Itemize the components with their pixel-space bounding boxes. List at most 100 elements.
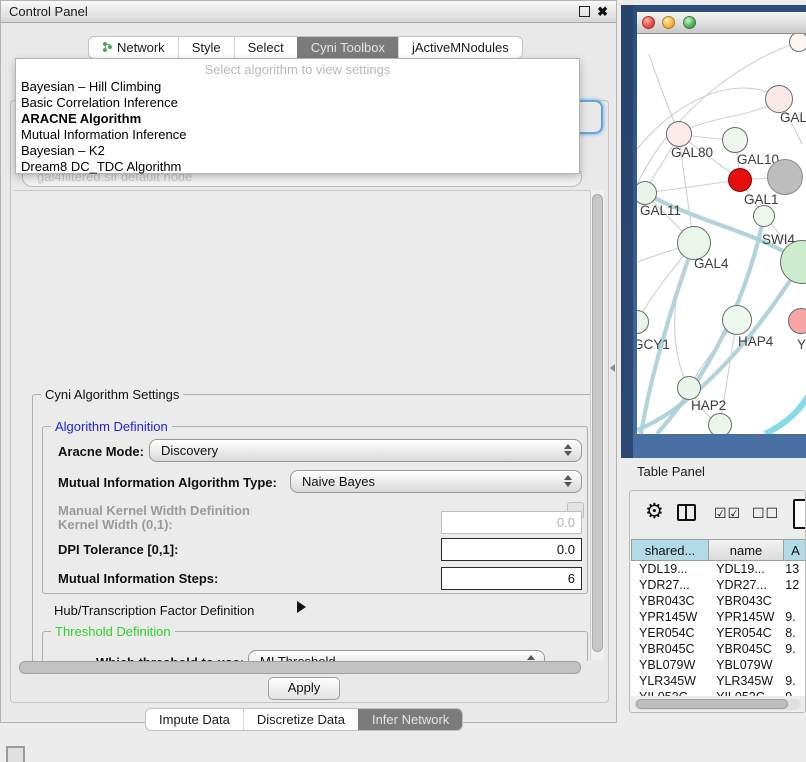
tab-label: Network — [117, 40, 165, 55]
algorithm-option[interactable]: Dream8 DC_TDC Algorithm — [16, 159, 579, 175]
minimize-traffic-light-icon[interactable] — [662, 16, 675, 29]
algorithm-option[interactable]: Basic Correlation Inference — [16, 95, 579, 111]
checked-columns-icon[interactable]: ☑☑ — [714, 505, 741, 522]
node-unlabeled[interactable] — [767, 159, 803, 195]
table-cell: 9. — [782, 609, 806, 625]
column-header[interactable]: shared... — [631, 539, 709, 561]
tab-select[interactable]: Select — [234, 37, 297, 58]
column-header[interactable]: name — [709, 539, 784, 561]
kernel-width-input[interactable]: 0.0 — [441, 511, 582, 534]
algorithm-option[interactable]: Bayesian – K2 — [16, 143, 579, 159]
mi-type-label: Mutual Information Algorithm Type: — [58, 475, 277, 490]
control-panel-titlebar: Control Panel ✖ — [1, 1, 616, 23]
network-window-titlebar[interactable] — [637, 12, 806, 34]
kernel-width-label: Kernel Width (0,1): — [58, 517, 173, 532]
tab-network[interactable]: Network — [89, 37, 178, 58]
tab-label: Cyni Toolbox — [311, 40, 385, 55]
control-panel-title: Control Panel — [9, 4, 88, 19]
aracne-mode-select[interactable]: Discovery — [149, 439, 582, 462]
split-columns-icon[interactable] — [677, 504, 696, 521]
network-canvas[interactable]: GALGAL80GAL10GAL1GAL11SWI4GAL4GCY1HAP4YH… — [637, 34, 806, 434]
algorithm-option[interactable]: ARACNE Algorithm — [16, 111, 579, 127]
node-HAP2[interactable] — [677, 376, 701, 400]
algorithm-option[interactable]: Mutual Information Inference — [16, 127, 579, 143]
node-GAL10[interactable] — [722, 127, 748, 153]
settings-horizontal-scrollbar[interactable] — [16, 661, 586, 673]
node-GAL[interactable] — [765, 85, 793, 113]
node-label: GAL11 — [640, 203, 681, 218]
control-panel-tabstrip: Network Style Select Cyni Toolbox jActiveMNo… — [88, 36, 523, 59]
table-cell: YDR27... — [708, 577, 782, 593]
tab-style[interactable]: Style — [178, 37, 234, 58]
node-label: GAL — [780, 110, 806, 125]
table-row[interactable]: YBL079WYBL079W — [631, 657, 806, 673]
table-row[interactable]: YER054CYER054C8. — [631, 625, 806, 641]
unchecked-columns-icon[interactable]: ☐☐ — [752, 505, 779, 522]
table-panel: ⚙ ☑☑ ☐☐ shared...nameA YDL19...YDL19...1… — [629, 490, 806, 713]
node-HAP4[interactable] — [722, 305, 752, 335]
tab-discretize-data[interactable]: Discretize Data — [243, 709, 358, 730]
tab-infer-network[interactable]: Infer Network — [358, 709, 462, 730]
node-SWI4[interactable] — [753, 205, 775, 227]
which-threshold-select[interactable]: MI Threshold — [248, 650, 545, 661]
node-GAL80[interactable] — [666, 121, 692, 147]
node-label: HAP2 — [691, 398, 726, 413]
mi-steps-input[interactable]: 6 — [441, 567, 582, 590]
table-horizontal-scrollbar[interactable] — [634, 699, 801, 710]
table-row[interactable]: YLR345WYLR345W9. — [631, 673, 806, 689]
mi-steps-label: Mutual Information Steps: — [58, 571, 218, 586]
algorithm-option[interactable]: Bayesian – Hill Climbing — [16, 79, 579, 95]
table-cell: YIL052C — [708, 689, 782, 696]
threshold-definition-title: Threshold Definition — [51, 624, 175, 639]
node-unlabeled[interactable] — [708, 413, 732, 434]
node-unlabeled[interactable] — [789, 34, 806, 52]
hub-definition-label[interactable]: Hub/Transcription Factor Definition — [54, 603, 254, 618]
table-row[interactable]: YIL052CYIL052C9 — [631, 689, 806, 696]
manual-kernel-label: Manual Kernel Width Definition — [58, 503, 250, 518]
node-GAL4[interactable] — [677, 226, 711, 260]
table-cell: YIL052C — [631, 689, 708, 696]
minimized-panel-icon[interactable] — [6, 746, 25, 762]
table-cell: YDR27... — [631, 577, 708, 593]
float-window-icon[interactable] — [579, 6, 590, 17]
document-icon[interactable] — [793, 499, 806, 529]
mi-type-value: Naive Bayes — [302, 474, 375, 489]
cyni-algorithm-settings-title: Cyni Algorithm Settings — [41, 387, 183, 402]
settings-vertical-scrollbar[interactable] — [590, 190, 604, 660]
gear-icon[interactable]: ⚙ — [645, 499, 664, 524]
table-cell: YBR043C — [708, 593, 782, 609]
close-icon[interactable]: ✖ — [597, 7, 608, 17]
dpi-tolerance-input[interactable]: 0.0 — [441, 538, 582, 561]
mi-algorithm-type-select[interactable]: Naive Bayes — [290, 470, 582, 493]
node-label: HAP4 — [738, 334, 773, 349]
table-cell: YBR045C — [708, 641, 782, 657]
table-cell: 9 — [782, 689, 806, 696]
tab-jactivemnodules[interactable]: jActiveMNodules — [398, 37, 522, 58]
node-label: GCY1 — [637, 337, 670, 352]
tab-impute-data[interactable]: Impute Data — [146, 709, 243, 730]
splitter-collapse-arrow[interactable] — [610, 364, 615, 372]
table-row[interactable]: YDL19...YDL19...13 — [631, 561, 806, 577]
close-traffic-light-icon[interactable] — [642, 16, 655, 29]
node-GAL1[interactable] — [728, 168, 752, 192]
zoom-traffic-light-icon[interactable] — [683, 16, 696, 29]
expand-triangle-icon[interactable] — [297, 601, 306, 613]
table-row[interactable]: YBR045CYBR045C9. — [631, 641, 806, 657]
column-header[interactable]: A — [784, 539, 806, 561]
network-window-frame — [621, 5, 633, 458]
table-cell: YBL079W — [708, 657, 782, 673]
table-row[interactable]: YDR27...YDR27...12 — [631, 577, 806, 593]
table-row[interactable]: YPR145WYPR145W9. — [631, 609, 806, 625]
stepper-arrows-icon — [564, 475, 572, 487]
table-cell: 12 — [782, 577, 806, 593]
apply-button[interactable]: Apply — [268, 677, 340, 700]
table-toolbar: ⚙ ☑☑ ☐☐ — [630, 491, 805, 537]
tab-label: Discretize Data — [257, 712, 345, 727]
table-cell: YLR345W — [631, 673, 708, 689]
tab-label: Select — [248, 40, 284, 55]
algorithm-popup-list: Bayesian – Hill ClimbingBasic Correlatio… — [16, 79, 579, 175]
network-icon — [102, 42, 113, 53]
table-row[interactable]: YBR043CYBR043C — [631, 593, 806, 609]
screen: Control Panel ✖ Network Style Select Cyni T… — [0, 0, 806, 762]
tab-cyni-toolbox[interactable]: Cyni Toolbox — [297, 37, 398, 58]
